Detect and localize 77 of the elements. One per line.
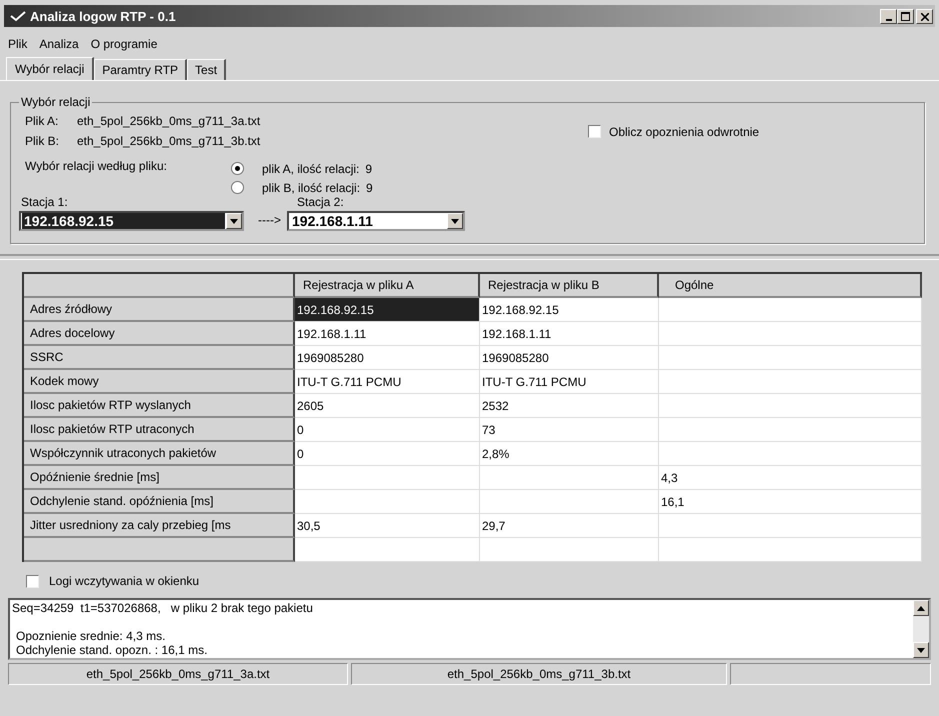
file-name: eth_5pol_256kb_0ms_g711_3b.txt: [77, 134, 260, 148]
row-header: Opóźnienie średnie [ms]: [24, 466, 295, 490]
file-label: Plik A:: [25, 114, 60, 128]
row-header: Współczynnik utraconych pakietów: [24, 442, 295, 466]
table-cell: 1969085280: [295, 346, 480, 370]
menu-item[interactable]: Analiza: [39, 37, 79, 51]
table-cell: 0: [295, 442, 480, 466]
checkbox[interactable]: [26, 574, 39, 588]
checkbox-label: Oblicz opoznienia odwrotnie: [609, 125, 760, 139]
table-cell: 30,5: [295, 514, 480, 538]
close-icon: [920, 12, 928, 20]
row-header: Odchylenie stand. opóźnienia [ms]: [24, 490, 295, 514]
table-cell: 0: [295, 418, 480, 442]
station-dropdown[interactable]: 192.168.1.11: [287, 211, 465, 231]
status-panel: eth_5pol_256kb_0ms_g711_3b.txt: [351, 663, 727, 685]
row-header: SSRC: [24, 346, 295, 370]
maximize-button[interactable]: [897, 8, 914, 24]
minimize-icon: [886, 18, 892, 20]
table-cell: ITU-T G.711 PCMU: [480, 370, 659, 394]
tab[interactable]: Paramtry RTP: [94, 59, 188, 80]
file-label: Plik B:: [25, 134, 60, 148]
table-cell: 2,8%: [480, 442, 659, 466]
table-cell: 73: [480, 418, 659, 442]
up-arrow-icon: [917, 606, 925, 610]
window-title: Analiza logow RTP - 0.1: [30, 8, 177, 24]
relation-count: 9: [366, 180, 373, 194]
table-cell: 192.168.1.11: [295, 322, 480, 346]
table-cell: ITU-T G.711 PCMU: [295, 370, 480, 394]
row-header: Ilosc pakietów RTP wyslanych: [24, 394, 295, 418]
log-line: Seq=34259 t1=537026868, w pliku 2 brak tego pakietu: [12, 601, 313, 615]
station-label: Stacja 2:: [296, 195, 345, 211]
tab[interactable]: Test: [187, 59, 226, 80]
table-cell: 4,3: [659, 466, 922, 490]
table-cell: 2605: [295, 394, 480, 418]
file-name: eth_5pol_256kb_0ms_g711_3a.txt: [77, 114, 260, 128]
station-label: Stacja 1:: [20, 195, 69, 211]
row-header: Ilosc pakietów RTP utraconych: [24, 418, 295, 442]
log-line: Opoznienie srednie: 4,3 ms.: [16, 629, 166, 643]
row-header: Adres źródłowy: [24, 298, 295, 322]
column-header[interactable]: Rejestracja w pliku B: [480, 274, 659, 298]
group-title: Wybór relacji: [20, 95, 92, 109]
radio-label: plik B, ilość relacji:: [262, 180, 360, 194]
check-icon: [10, 10, 26, 22]
table-cell: 192.168.92.15: [480, 298, 659, 322]
radio-button[interactable]: [231, 181, 244, 194]
log-text-area[interactable]: Seq=34259 t1=537026868, w pliku 2 brak tego pakietu Opoznienie srednie: 4,3 ms. Odchylenie stand. opozn. : 16,1 ms.: [8, 598, 931, 660]
table-cell: 192.168.92.15: [295, 298, 480, 322]
caret-icon: [230, 218, 238, 224]
caret-icon: [451, 218, 459, 224]
choice-label: Wybór relacji według pliku:: [25, 159, 168, 175]
table-cell: 16,1: [659, 490, 922, 514]
table-cell: 2532: [480, 394, 659, 418]
arrow-text: ---->: [258, 213, 281, 227]
table-cell: 29,7: [480, 514, 659, 538]
scrollbar[interactable]: [913, 600, 929, 658]
menu-item[interactable]: Plik: [8, 37, 28, 51]
table-cell: 192.168.1.11: [480, 322, 659, 346]
minimize-button[interactable]: [880, 8, 897, 24]
log-line: Odchylenie stand. opozn. : 16,1 ms.: [16, 643, 208, 657]
row-header: Jitter usredniony za caly przebieg [ms: [24, 514, 295, 538]
radio-label: plik A, ilość relacji:: [262, 162, 360, 176]
column-header[interactable]: Ogólne: [659, 274, 922, 298]
checkbox-label: Logi wczytywania w okienku: [49, 574, 200, 588]
relation-count: 9: [365, 162, 372, 176]
table-cell: 1969085280: [480, 346, 659, 370]
station-dropdown[interactable]: 192.168.92.15: [19, 211, 244, 231]
row-header: Kodek mowy: [24, 370, 295, 394]
down-arrow-icon: [917, 648, 925, 652]
row-header: Adres docelowy: [24, 322, 295, 346]
checkbox[interactable]: [588, 125, 601, 138]
column-header[interactable]: Rejestracja w pliku A: [295, 274, 480, 298]
maximize-icon: [901, 12, 910, 20]
radio-button[interactable]: [231, 162, 244, 175]
menu-item[interactable]: O programie: [90, 37, 158, 51]
tab[interactable]: Wybór relacji: [6, 57, 94, 80]
close-button[interactable]: [916, 8, 933, 24]
status-panel: eth_5pol_256kb_0ms_g711_3a.txt: [8, 663, 348, 685]
